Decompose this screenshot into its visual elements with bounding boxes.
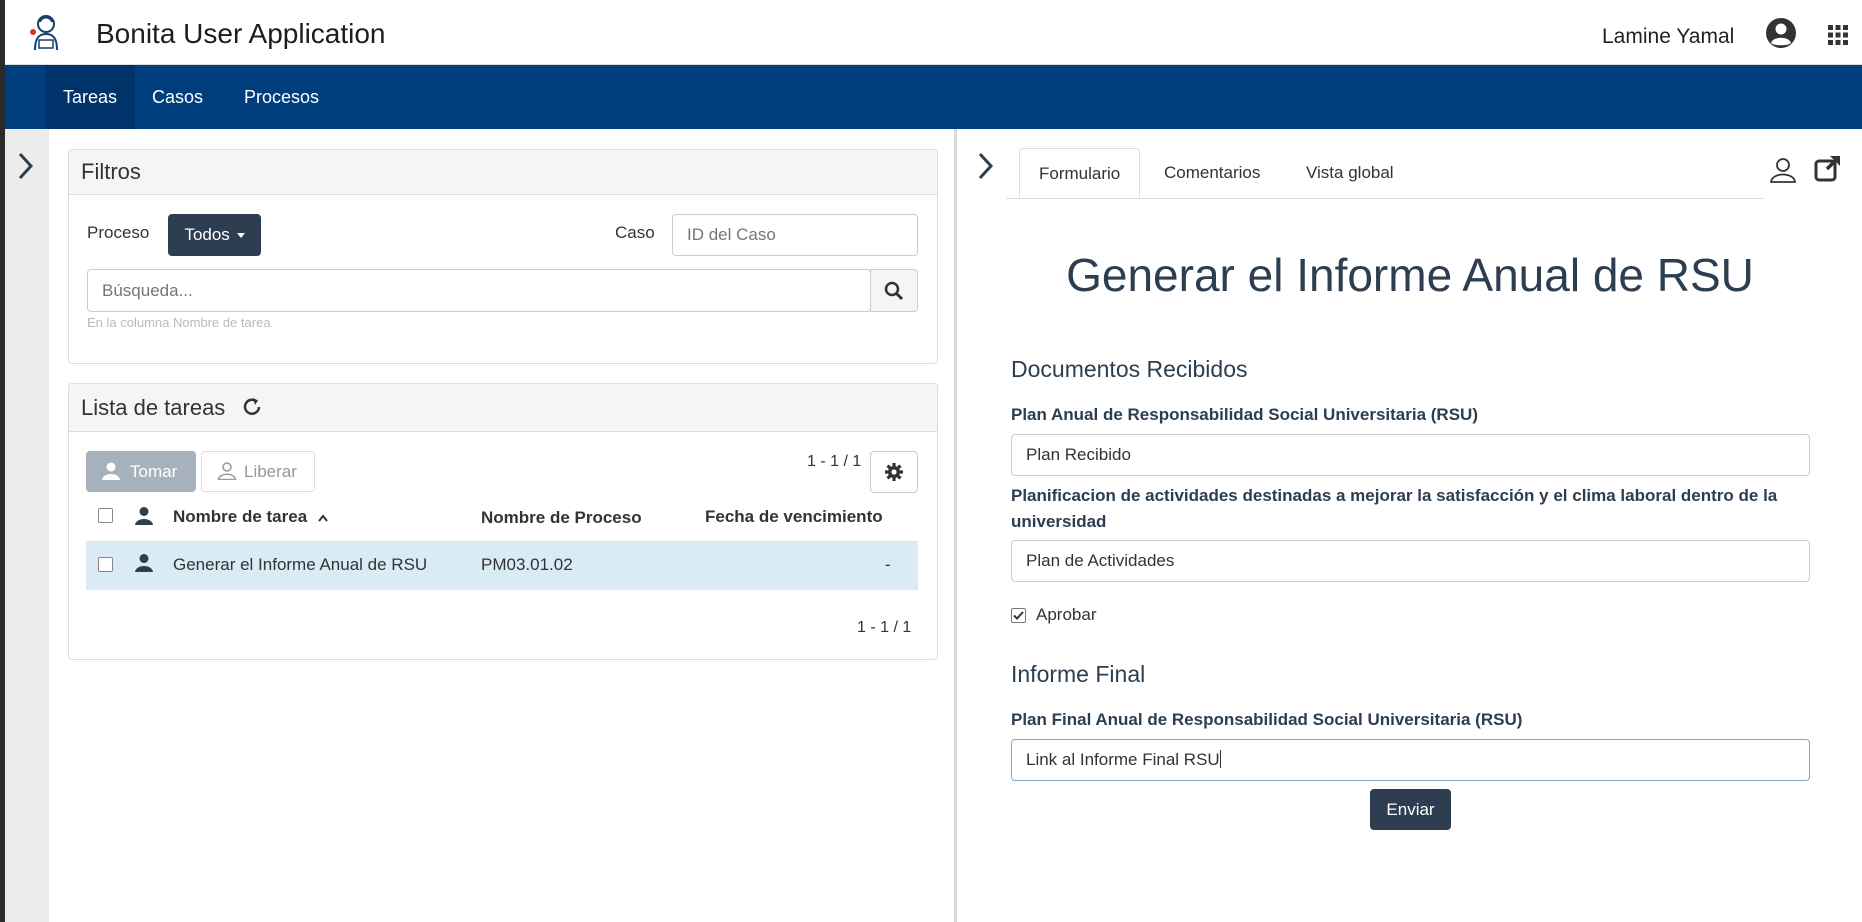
process-dropdown-label: Todos <box>184 225 230 244</box>
release-button[interactable]: Liberar <box>201 451 315 492</box>
apps-grid-icon[interactable] <box>1828 25 1848 45</box>
top-header: Bonita User Application Lamine Yamal <box>5 0 1862 65</box>
row-task-name[interactable]: Generar el Informe Anual de RSU <box>173 555 427 575</box>
search-input[interactable] <box>87 269 871 312</box>
plan-final-field[interactable]: Link al Informe Final RSU <box>1011 739 1810 781</box>
bonita-logo-icon <box>30 15 58 51</box>
case-label: Caso <box>615 223 655 242</box>
pagination-top: 1 - 1 / 1 <box>807 453 862 470</box>
refresh-icon[interactable] <box>241 396 263 418</box>
column-process-name[interactable]: Nombre de Proceso <box>481 508 642 528</box>
plan-anual-label: Plan Anual de Responsabilidad Social Uni… <box>1011 405 1478 424</box>
submit-button[interactable]: Enviar <box>1370 789 1451 830</box>
caret-down-icon <box>236 233 245 239</box>
approve-checkbox[interactable] <box>1011 608 1026 623</box>
nav-casos[interactable]: Casos <box>134 65 221 129</box>
search-hint: En la columna Nombre de tarea <box>87 315 271 330</box>
filters-title: Filtros <box>69 150 937 195</box>
form-title: Generar el Informe Anual de RSU <box>1066 249 1754 301</box>
sort-asc-icon <box>318 514 328 522</box>
planificacion-label: Planificacion de actividades destinadas … <box>1011 486 1778 531</box>
gear-icon <box>885 463 903 481</box>
assign-user-icon[interactable] <box>1769 156 1797 184</box>
left-collapse-strip[interactable] <box>5 129 49 922</box>
task-list-header: Lista de tareas <box>69 384 937 432</box>
tab-vista-global[interactable]: Vista global <box>1287 148 1413 198</box>
app-title: Bonita User Application <box>96 18 386 49</box>
pagination-bottom: 1 - 1 / 1 <box>857 619 912 636</box>
tab-formulario[interactable]: Formulario <box>1019 148 1141 198</box>
nav-procesos[interactable]: Procesos <box>226 65 337 129</box>
row-checkbox[interactable] <box>98 557 113 572</box>
assigned-user-icon <box>135 554 153 572</box>
user-outline-icon <box>217 462 237 480</box>
row-due-date: - <box>885 555 891 574</box>
plan-anual-field[interactable]: Plan Recibido <box>1011 434 1810 476</box>
column-task-name-label: Nombre de tarea <box>173 507 308 526</box>
plan-final-value: Link al Informe Final RSU <box>1026 750 1220 769</box>
case-id-input[interactable] <box>672 214 918 256</box>
select-all-checkbox[interactable] <box>98 508 113 523</box>
take-button-label: Tomar <box>130 462 178 481</box>
settings-button[interactable] <box>870 451 918 493</box>
tab-comentarios[interactable]: Comentarios <box>1145 148 1279 198</box>
section-documentos-recibidos: Documentos Recibidos <box>1011 356 1248 382</box>
text-cursor <box>1219 750 1221 768</box>
process-dropdown[interactable]: Todos <box>168 214 261 256</box>
search-icon <box>884 281 904 301</box>
column-task-name[interactable]: Nombre de tarea <box>173 507 328 527</box>
user-avatar-icon[interactable] <box>1765 17 1797 49</box>
approve-label[interactable]: Aprobar <box>1036 605 1096 625</box>
user-icon <box>102 462 120 480</box>
assignee-column-icon <box>135 507 153 525</box>
search-button[interactable] <box>870 269 918 312</box>
section-informe-final: Informe Final <box>1011 661 1146 687</box>
plan-final-label: Plan Final Anual de Responsabilidad Soci… <box>1011 710 1523 729</box>
chevron-right-icon[interactable] <box>17 151 35 181</box>
release-button-label: Liberar <box>244 462 297 481</box>
filters-panel: Filtros <box>68 149 938 364</box>
take-button[interactable]: Tomar <box>86 451 196 492</box>
main-navbar: Tareas Casos Procesos <box>5 65 1862 129</box>
row-process-name: PM03.01.02 <box>481 555 573 574</box>
checkmark-icon <box>1013 611 1024 620</box>
task-list-title: Lista de tareas <box>81 395 226 420</box>
chevron-right-icon[interactable] <box>977 151 995 181</box>
column-due-date[interactable]: Fecha de vencimiento <box>705 507 883 527</box>
pane-divider[interactable] <box>954 129 957 922</box>
process-label: Proceso <box>87 223 150 242</box>
nav-tareas[interactable]: Tareas <box>45 65 136 129</box>
open-external-icon[interactable] <box>1814 154 1842 182</box>
user-name[interactable]: Lamine Yamal <box>1602 25 1734 49</box>
planificacion-field[interactable]: Plan de Actividades <box>1011 540 1810 582</box>
